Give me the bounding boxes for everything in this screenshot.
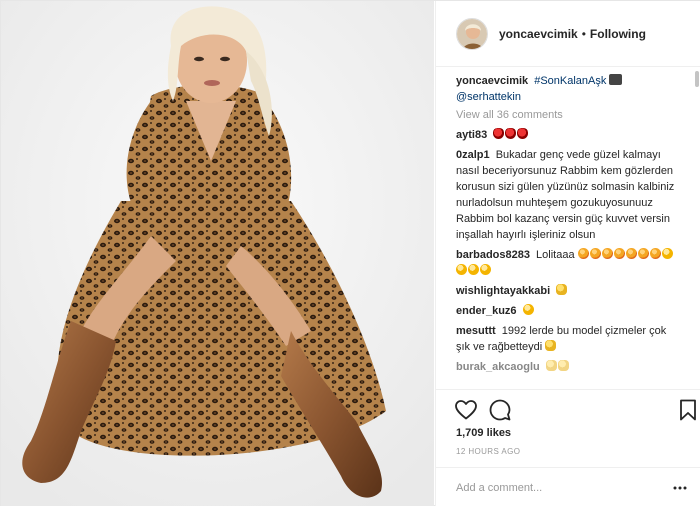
- caption: yoncaevcimik #SonKalanAşk @serhattekin: [456, 73, 676, 105]
- thumbs-up-icon: [556, 284, 568, 295]
- post-photo[interactable]: [1, 1, 434, 506]
- header-separator: •: [581, 26, 586, 41]
- comment-username[interactable]: wishlightayakkabi: [456, 285, 550, 297]
- sad-face-icon: [661, 248, 673, 259]
- comment: wishlightayakkabi: [456, 283, 676, 299]
- comment-username[interactable]: barbados8283: [456, 249, 530, 261]
- comment-username[interactable]: ender_kuz6: [456, 305, 517, 317]
- likes-count[interactable]: 1,709 likes: [456, 427, 511, 439]
- ellipsis-icon[interactable]: [672, 480, 688, 496]
- view-all-comments-link[interactable]: View all 36 comments: [456, 109, 676, 121]
- comment-username[interactable]: burak_akcaoglu: [456, 361, 540, 373]
- header-username[interactable]: yoncaevcimik: [499, 27, 578, 41]
- comment-username[interactable]: mesuttt: [456, 325, 496, 337]
- comment-bubble-icon[interactable]: [488, 398, 512, 422]
- comment: barbados8283 Lolitaaa: [456, 247, 676, 279]
- smile-face-icon: [522, 304, 534, 315]
- following-button[interactable]: Following: [590, 27, 646, 41]
- comment: 0zalp1 Bukadar genç vede güzel kalmayı n…: [456, 147, 676, 243]
- instagram-post: yoncaevcimik • Following yoncaevcimik #S…: [0, 0, 700, 506]
- heart-eyes-icon: [601, 248, 613, 259]
- hand-icon: [545, 360, 557, 371]
- post-photo-illustration: [1, 1, 434, 506]
- avatar-photo-icon: [457, 18, 487, 49]
- comments-list[interactable]: yoncaevcimik #SonKalanAşk @serhattekin V…: [436, 67, 692, 389]
- heart-eyes-icon: [649, 248, 661, 259]
- comment: ender_kuz6: [456, 303, 676, 319]
- rose-icon: [493, 128, 505, 139]
- sad-face-icon: [480, 264, 491, 275]
- comments-scrollbar[interactable]: [695, 71, 699, 87]
- heart-eyes-icon: [637, 248, 649, 259]
- sad-face-icon: [456, 264, 467, 275]
- heart-outline-icon[interactable]: [454, 398, 478, 422]
- caption-mention[interactable]: @serhattekin: [456, 91, 521, 103]
- add-comment-bar: [436, 467, 700, 506]
- bookmark-icon[interactable]: [676, 398, 700, 422]
- comment-text: Bukadar genç vede güzel kalmayı nasıl be…: [456, 149, 675, 241]
- caption-hashtag[interactable]: #SonKalanAşk: [534, 75, 606, 87]
- comment-text: Lolitaaa: [536, 249, 575, 261]
- camera-icon: [609, 74, 623, 85]
- heart-eyes-icon: [577, 248, 589, 259]
- hand-icon: [557, 360, 569, 371]
- post-sidebar: yoncaevcimik • Following yoncaevcimik #S…: [435, 1, 700, 506]
- comment: mesuttt 1992 lerde bu model çizmeler çok…: [456, 323, 676, 355]
- post-timestamp: 12 HOURS AGO: [456, 447, 521, 456]
- sad-face-icon: [468, 264, 479, 275]
- comment: burak_akcaoglu: [456, 359, 676, 375]
- caption-username[interactable]: yoncaevcimik: [456, 75, 528, 87]
- action-bar: [436, 389, 700, 429]
- rose-icon: [517, 128, 529, 139]
- comment-username[interactable]: 0zalp1: [456, 149, 490, 161]
- avatar[interactable]: [456, 17, 488, 50]
- rose-icon: [505, 128, 517, 139]
- post-header: yoncaevcimik • Following: [436, 1, 700, 67]
- comment-username[interactable]: ayti83: [456, 129, 487, 141]
- comment: ayti83: [456, 127, 676, 143]
- thumbs-up-icon: [545, 340, 557, 351]
- add-comment-input[interactable]: [456, 481, 656, 494]
- heart-eyes-icon: [613, 248, 625, 259]
- heart-eyes-icon: [589, 248, 601, 259]
- heart-eyes-icon: [625, 248, 637, 259]
